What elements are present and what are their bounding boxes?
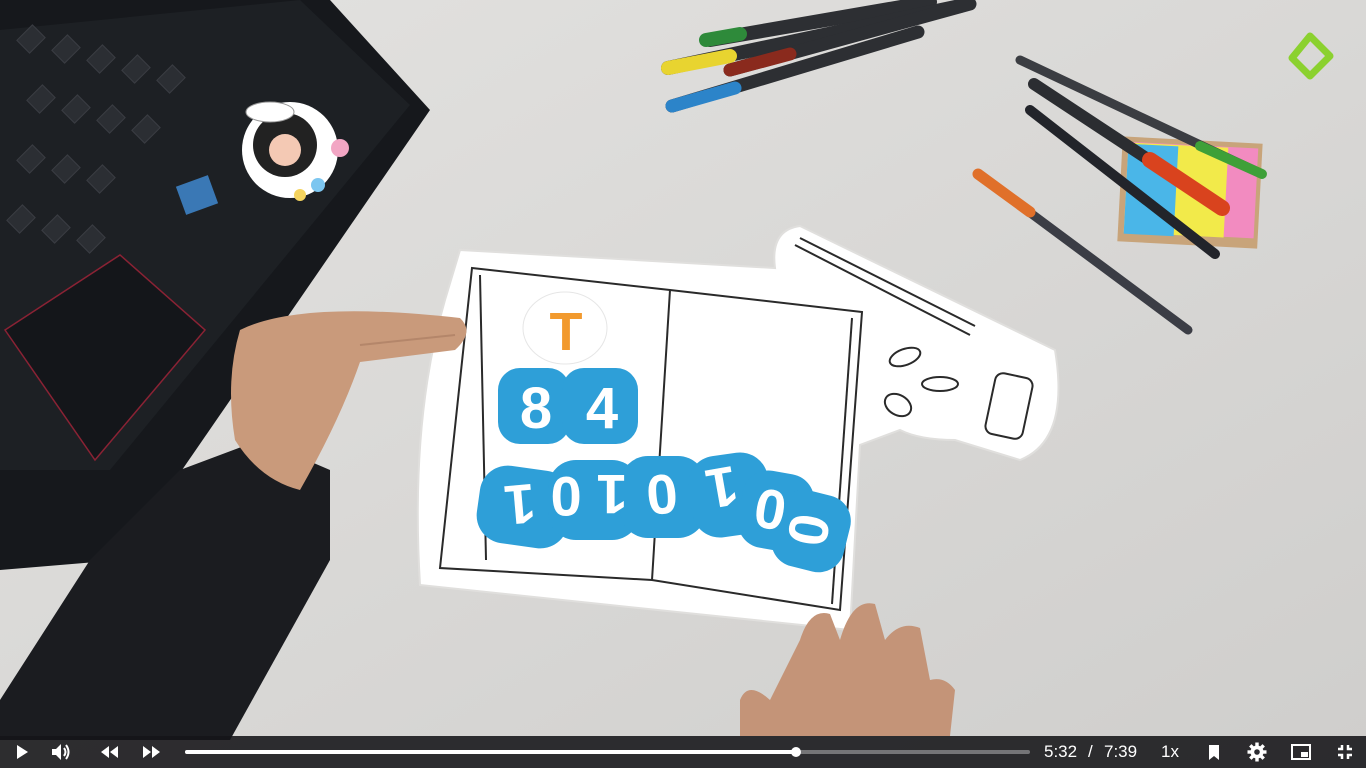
- rewind-button[interactable]: [96, 736, 122, 768]
- rewind-icon: [101, 746, 118, 758]
- picture-in-picture-icon: [1291, 744, 1311, 760]
- card-number-group: 8 4: [498, 368, 638, 444]
- current-time: 5:32: [1044, 742, 1078, 761]
- time-separator: /: [1088, 742, 1093, 761]
- playback-speed-button[interactable]: 1x: [1152, 736, 1188, 768]
- play-button[interactable]: [8, 736, 36, 768]
- video-frame[interactable]: T 8 4 1 0 1 0 1 0 0: [0, 0, 1366, 768]
- bookmark-button[interactable]: [1203, 736, 1225, 768]
- volume-button[interactable]: [48, 736, 74, 768]
- progress-bar[interactable]: [185, 747, 1030, 757]
- fast-forward-icon: [143, 746, 160, 758]
- video-player[interactable]: T 8 4 1 0 1 0 1 0 0 5:32 / 7:39 1x: [0, 0, 1366, 768]
- binary-digit-2: 0: [550, 465, 581, 528]
- bookmark-icon: [1209, 744, 1219, 760]
- progress-fill: [185, 750, 796, 754]
- card-number-1: 8: [520, 376, 552, 441]
- volume-icon: [52, 744, 70, 760]
- fast-forward-button[interactable]: [139, 736, 165, 768]
- binary-digit-1: 1: [502, 472, 539, 537]
- card-number-2: 4: [586, 376, 618, 441]
- binary-digit-3: 1: [596, 463, 627, 526]
- gear-icon: [1247, 742, 1267, 762]
- settings-button[interactable]: [1245, 736, 1269, 768]
- progress-scrubber[interactable]: [790, 747, 801, 757]
- play-icon: [17, 745, 28, 759]
- exit-fullscreen-icon: [1338, 745, 1352, 759]
- binary-digit-4: 0: [644, 462, 681, 527]
- duration: 7:39: [1104, 742, 1138, 761]
- picture-in-picture-button[interactable]: [1289, 736, 1313, 768]
- player-control-bar: 5:32 / 7:39 1x: [0, 736, 1366, 768]
- card-top-letter: T: [550, 302, 583, 362]
- exit-fullscreen-button[interactable]: [1333, 736, 1357, 768]
